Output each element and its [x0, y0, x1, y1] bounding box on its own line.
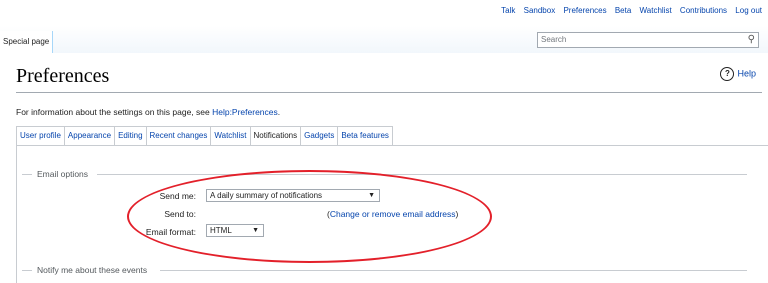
- fieldset-border-left: [22, 270, 32, 271]
- preferences-link[interactable]: Preferences: [563, 6, 606, 15]
- fieldset-border-left: [22, 174, 32, 175]
- logout-link[interactable]: Log out: [735, 6, 762, 15]
- title-divider: [16, 92, 762, 93]
- tab-appearance[interactable]: Appearance: [63, 126, 115, 146]
- personal-tools: Talk Sandbox Preferences Beta Watchlist …: [495, 6, 762, 15]
- header-bar: Special page Search ⚲: [0, 26, 768, 54]
- tab-user-profile[interactable]: User profile: [16, 126, 64, 146]
- tab-special-page[interactable]: Special page: [0, 31, 54, 53]
- tab-beta-features[interactable]: Beta features: [337, 126, 393, 146]
- notify-legend: Notify me about these events: [37, 265, 148, 275]
- tab-notifications[interactable]: Notifications: [249, 126, 301, 146]
- tab-watchlist[interactable]: Watchlist: [210, 126, 250, 146]
- preference-tabs: User profile Appearance Editing Recent c…: [16, 126, 393, 146]
- help-preferences-link[interactable]: Help:Preferences: [212, 107, 278, 117]
- annotation-ellipse: [127, 170, 492, 263]
- help-icon: ?: [720, 67, 735, 81]
- watchlist-link[interactable]: Watchlist: [640, 6, 672, 15]
- tab-recent-changes[interactable]: Recent changes: [145, 126, 211, 146]
- search-input[interactable]: Search ⚲: [537, 32, 759, 48]
- tab-gadgets[interactable]: Gadgets: [300, 126, 338, 146]
- search-placeholder: Search: [541, 35, 567, 44]
- help-link[interactable]: ? Help: [720, 67, 756, 81]
- fieldset-border-right: [160, 270, 747, 271]
- email-options-legend: Email options: [37, 169, 89, 179]
- contributions-link[interactable]: Contributions: [680, 6, 727, 15]
- sandbox-link[interactable]: Sandbox: [524, 6, 556, 15]
- intro-text: For information about the settings on th…: [16, 107, 281, 117]
- search-icon[interactable]: ⚲: [748, 34, 755, 45]
- beta-link[interactable]: Beta: [615, 6, 631, 15]
- fieldset-border-right: [97, 174, 747, 175]
- page-title: Preferences: [16, 65, 110, 87]
- talk-link[interactable]: Talk: [501, 6, 515, 15]
- tab-editing[interactable]: Editing: [114, 126, 146, 146]
